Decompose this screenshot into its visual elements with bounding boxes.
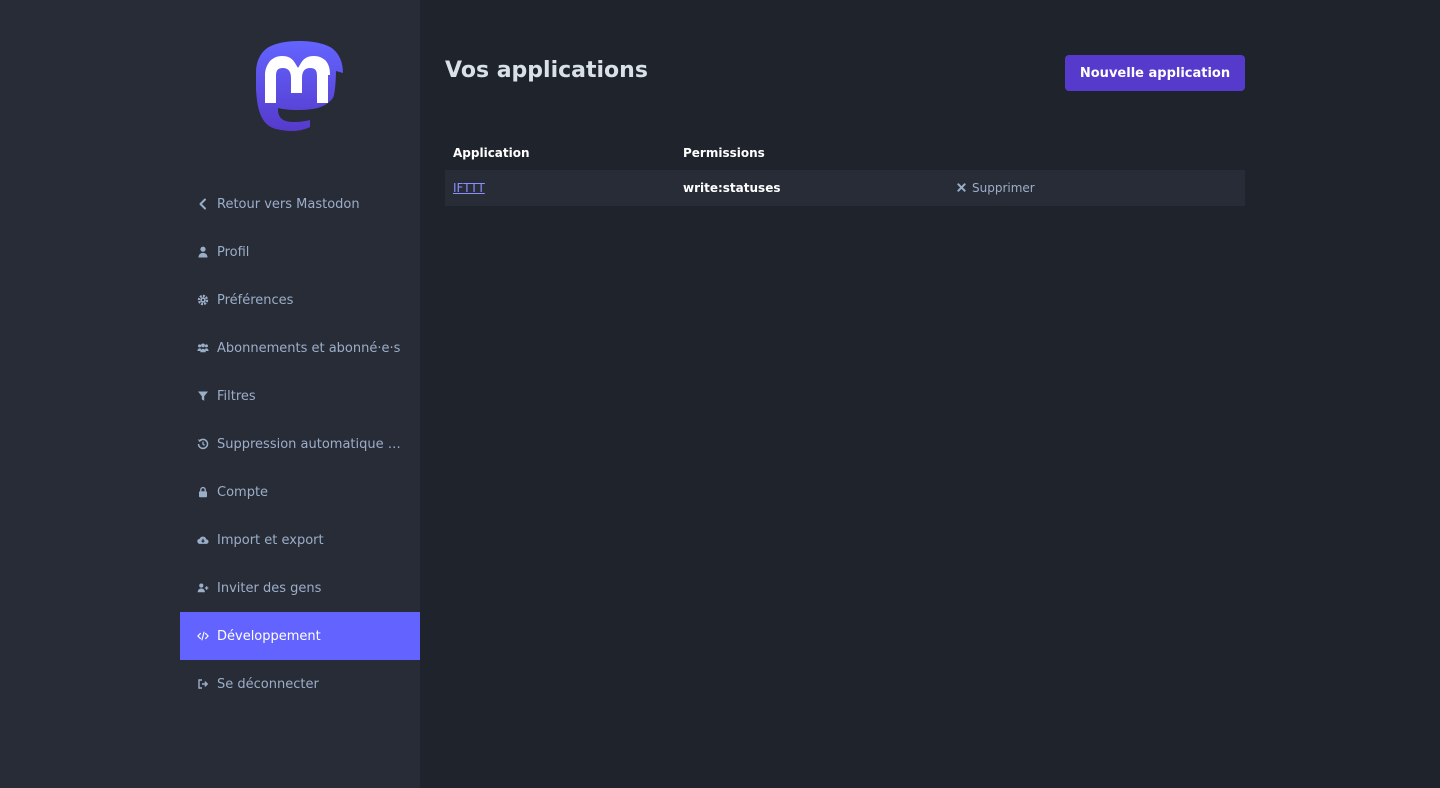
mastodon-logo[interactable] (253, 40, 347, 140)
filter-icon (196, 389, 210, 403)
user-icon (196, 245, 210, 259)
sidebar-item-preferences[interactable]: Préférences (180, 276, 420, 324)
sidebar-item-logout[interactable]: Se déconnecter (180, 660, 420, 708)
permissions-cell: write:statuses (683, 181, 781, 195)
settings-page: Retour vers Mastodon Profil Préférences … (0, 0, 1440, 788)
column-header-permissions: Permissions (683, 146, 765, 160)
sidebar-item-filters[interactable]: Filtres (180, 372, 420, 420)
delete-button[interactable]: Supprimer (957, 181, 1035, 195)
new-application-button[interactable]: Nouvelle application (1065, 55, 1245, 91)
sidebar-item-label: Développement (217, 628, 321, 644)
sidebar-item-label: Préférences (217, 292, 294, 308)
sidebar-item-label: Abonnements et abonné·e·s (217, 340, 401, 356)
history-icon (196, 437, 210, 451)
application-cell: IFTTT (445, 170, 675, 206)
lock-icon (196, 485, 210, 499)
sidebar-item-invites[interactable]: Inviter des gens (180, 564, 420, 612)
sidebar-item-profile[interactable]: Profil (180, 228, 420, 276)
chevron-left-icon (196, 197, 210, 211)
close-icon (957, 183, 966, 192)
sidebar-item-account[interactable]: Compte (180, 468, 420, 516)
column-header-actions (949, 136, 1245, 170)
applications-table: Application Permissions IFTTT write:stat… (445, 136, 1245, 206)
table-row: IFTTT write:statuses Supprimer (445, 170, 1245, 206)
gear-icon (196, 293, 210, 307)
sidebar-item-label: Se déconnecter (217, 676, 319, 692)
delete-label: Supprimer (972, 180, 1035, 195)
sidebar-item-follows[interactable]: Abonnements et abonné·e·s (180, 324, 420, 372)
sidebar-item-label: Inviter des gens (217, 580, 322, 596)
sidebar-item-label: Import et export (217, 532, 324, 548)
users-icon (196, 341, 210, 355)
sidebar-item-development[interactable]: Développement (180, 612, 420, 660)
page-title: Vos applications (445, 58, 648, 83)
sidebar-nav: Retour vers Mastodon Profil Préférences … (180, 180, 420, 708)
sign-out-icon (196, 677, 210, 691)
actions-cell: Supprimer (949, 170, 1245, 206)
cloud-download-icon (196, 533, 210, 547)
sidebar-item-back[interactable]: Retour vers Mastodon (180, 180, 420, 228)
sidebar-item-label: Profil (217, 244, 250, 260)
sidebar-item-label: Retour vers Mastodon (217, 196, 360, 212)
column-header-application: Application (453, 146, 530, 160)
sidebar-item-label: Filtres (217, 388, 256, 404)
sidebar-item-label: Compte (217, 484, 269, 500)
application-link[interactable]: IFTTT (453, 181, 485, 195)
sidebar-item-label: Suppression automatique de … (217, 436, 407, 452)
code-icon (196, 629, 210, 643)
table-header-row: Application Permissions (445, 136, 1245, 170)
user-plus-icon (196, 581, 210, 595)
sidebar-item-auto-delete[interactable]: Suppression automatique de … (180, 420, 420, 468)
sidebar-item-import-export[interactable]: Import et export (180, 516, 420, 564)
